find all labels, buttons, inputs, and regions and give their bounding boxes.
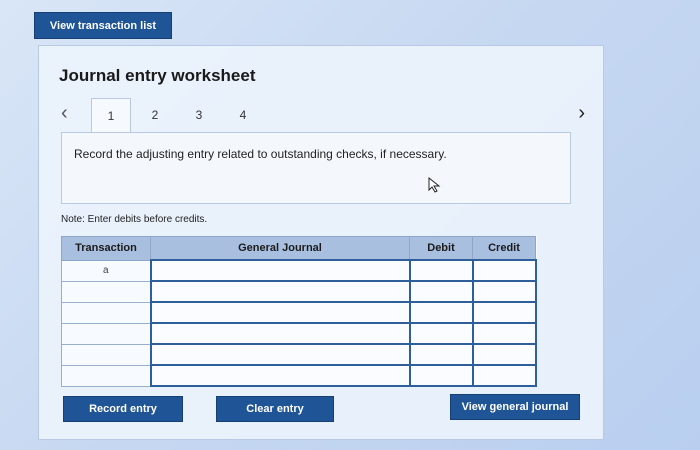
instruction-box: Record the adjusting entry related to ou… xyxy=(61,132,571,204)
journal-table: Transaction General Journal Debit Credit… xyxy=(61,236,537,387)
debit-input[interactable] xyxy=(408,280,474,303)
worksheet-tabs: ‹ 1 2 3 4 › xyxy=(53,98,585,133)
debit-input[interactable] xyxy=(408,322,474,345)
transaction-cell xyxy=(61,280,151,303)
clear-entry-button[interactable]: Clear entry xyxy=(216,396,334,422)
credit-input[interactable] xyxy=(471,322,537,345)
tab-1[interactable]: 1 xyxy=(91,98,131,133)
view-transaction-list-button[interactable]: View transaction list xyxy=(34,12,172,39)
general-journal-input[interactable] xyxy=(149,322,411,345)
credit-input[interactable] xyxy=(471,343,537,366)
debit-input[interactable] xyxy=(408,259,474,282)
note-text: Note: Enter debits before credits. xyxy=(61,214,208,225)
table-row xyxy=(61,301,537,324)
table-row xyxy=(61,364,537,387)
debit-input[interactable] xyxy=(408,343,474,366)
table-row xyxy=(61,343,537,366)
record-entry-button[interactable]: Record entry xyxy=(63,396,183,422)
tab-3[interactable]: 3 xyxy=(179,98,219,132)
header-credit: Credit xyxy=(472,236,536,261)
header-debit: Debit xyxy=(409,236,473,261)
table-row xyxy=(61,280,537,303)
debit-input[interactable] xyxy=(408,364,474,387)
journal-entry-worksheet-panel: Journal entry worksheet ‹ 1 2 3 4 › Reco… xyxy=(38,45,604,440)
credit-input[interactable] xyxy=(471,301,537,324)
credit-input[interactable] xyxy=(471,259,537,282)
worksheet-title: Journal entry worksheet xyxy=(59,66,256,85)
debit-input[interactable] xyxy=(408,301,474,324)
transaction-cell xyxy=(61,343,151,366)
table-row: a xyxy=(61,259,537,282)
tab-4[interactable]: 4 xyxy=(223,98,263,132)
table-row xyxy=(61,322,537,345)
general-journal-input[interactable] xyxy=(149,280,411,303)
header-general-journal: General Journal xyxy=(150,236,410,261)
transaction-cell xyxy=(61,364,151,387)
header-transaction: Transaction xyxy=(61,236,151,261)
credit-input[interactable] xyxy=(471,280,537,303)
instruction-text: Record the adjusting entry related to ou… xyxy=(74,147,447,161)
tab-2[interactable]: 2 xyxy=(135,98,175,132)
chevron-right-icon[interactable]: › xyxy=(578,102,585,125)
general-journal-input[interactable] xyxy=(149,259,411,282)
credit-input[interactable] xyxy=(471,364,537,387)
transaction-cell xyxy=(61,322,151,345)
transaction-cell: a xyxy=(61,259,151,282)
general-journal-input[interactable] xyxy=(149,343,411,366)
view-general-journal-button[interactable]: View general journal xyxy=(450,394,580,420)
general-journal-input[interactable] xyxy=(149,364,411,387)
mouse-cursor-icon xyxy=(428,177,441,193)
general-journal-input[interactable] xyxy=(149,301,411,324)
transaction-cell xyxy=(61,301,151,324)
chevron-left-icon[interactable]: ‹ xyxy=(61,102,68,125)
